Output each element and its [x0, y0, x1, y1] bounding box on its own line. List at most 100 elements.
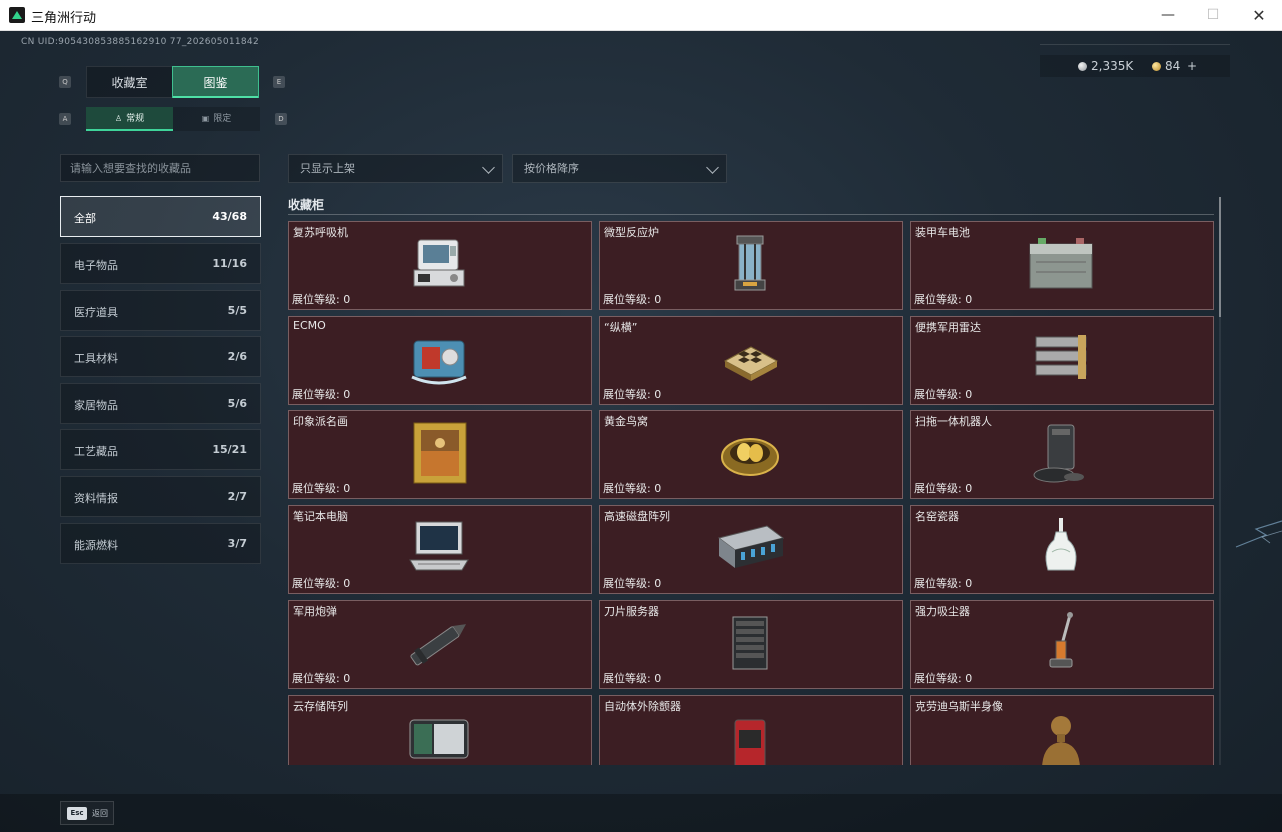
- key-hint-q: Q: [59, 76, 71, 88]
- category-label: 能源燃料: [74, 539, 118, 552]
- silver-amount: 2,335K: [1091, 59, 1134, 73]
- ecmo-icon: [411, 340, 467, 385]
- item-card-golden-nest[interactable]: 黄金鸟窝 展位等级: 0: [599, 410, 903, 499]
- close-button[interactable]: ✕: [1236, 0, 1282, 31]
- item-card-painting[interactable]: 印象派名画 展位等级: 0: [288, 410, 592, 499]
- item-name: 微型反应炉: [604, 226, 659, 239]
- sort-dropdown[interactable]: 按价格降序: [512, 154, 727, 183]
- category-household[interactable]: 家居物品 5/6: [60, 383, 261, 424]
- item-card-porcelain-vase[interactable]: 名窑瓷器 展位等级: 0: [910, 505, 1214, 594]
- item-name: 笔记本电脑: [293, 510, 348, 523]
- category-crafts[interactable]: 工艺藏品 15/21: [60, 429, 261, 470]
- golden-nest-icon: [721, 438, 779, 476]
- silver-coin-icon: [1078, 62, 1087, 71]
- sort-label: 按价格降序: [524, 162, 579, 175]
- item-level: 展位等级: 0: [914, 482, 973, 495]
- robot-vacuum-icon: [1033, 424, 1084, 483]
- search-input[interactable]: [60, 154, 260, 182]
- category-label: 医疗道具: [74, 306, 118, 319]
- subtab-limited-label: 限定: [213, 114, 232, 124]
- currency-bar: 2,335K 84 +: [1040, 55, 1230, 77]
- esc-key-hint: Esc: [67, 807, 87, 820]
- item-name: 克劳迪乌斯半身像: [915, 700, 1003, 713]
- item-level: 展位等级: 0: [914, 388, 973, 401]
- subtab-limited[interactable]: ▣ 限定: [173, 107, 260, 131]
- item-name: ECMO: [293, 319, 326, 332]
- item-card-ventilator[interactable]: 复苏呼吸机 展位等级: 0: [288, 221, 592, 310]
- artillery-shell-icon: [410, 624, 467, 666]
- item-name: 扫拖一体机器人: [915, 415, 992, 428]
- item-name: 刀片服务器: [604, 605, 659, 618]
- item-name: 复苏呼吸机: [293, 226, 348, 239]
- item-card-artillery-shell[interactable]: 军用炮弹 展位等级: 0: [288, 600, 592, 689]
- item-name: 云存储阵列: [293, 700, 348, 713]
- category-tools[interactable]: 工具材料 2/6: [60, 336, 261, 377]
- tab-catalog[interactable]: 图鉴: [172, 66, 259, 98]
- add-currency-button[interactable]: +: [1187, 59, 1197, 73]
- item-level: 展位等级: 0: [603, 388, 662, 401]
- window-title: 三角洲行动: [31, 11, 97, 26]
- category-label: 全部: [74, 212, 96, 225]
- item-card-laptop[interactable]: 笔记本电脑 展位等级: 0: [288, 505, 592, 594]
- minimize-button[interactable]: —: [1145, 0, 1191, 31]
- category-all[interactable]: 全部 43/68: [60, 196, 261, 237]
- category-count: 15/21: [212, 443, 247, 456]
- category-count: 5/6: [227, 397, 247, 410]
- category-label: 工具材料: [74, 352, 118, 365]
- item-card-chessboard[interactable]: “纵横” 展位等级: 0: [599, 316, 903, 405]
- category-label: 资料情报: [74, 492, 118, 505]
- subtab-regular[interactable]: ♙ 常规: [86, 107, 173, 131]
- disk-array-icon: [717, 525, 785, 568]
- item-card-radar[interactable]: 便携军用雷达 展位等级: 0: [910, 316, 1214, 405]
- item-card-blade-server[interactable]: 刀片服务器 展位等级: 0: [599, 600, 903, 689]
- category-electronics[interactable]: 电子物品 11/16: [60, 243, 261, 284]
- item-card-disk-array[interactable]: 高速磁盘阵列 展位等级: 0: [599, 505, 903, 594]
- section-divider: [288, 214, 1214, 215]
- gold-amount: 84: [1165, 59, 1181, 73]
- item-card-defibrillator[interactable]: 自动体外除颤器: [599, 695, 903, 765]
- shelf-filter-dropdown[interactable]: 只显示上架: [288, 154, 503, 183]
- bust-statue-icon: [1042, 716, 1080, 765]
- tab-collection-room[interactable]: 收藏室: [86, 66, 173, 98]
- category-intel[interactable]: 资料情报 2/7: [60, 476, 261, 517]
- subtab-regular-label: 常规: [126, 114, 145, 124]
- maximize-button[interactable]: ☐: [1190, 0, 1236, 31]
- category-energy[interactable]: 能源燃料 3/7: [60, 523, 261, 564]
- item-card-robot-vacuum[interactable]: 扫拖一体机器人 展位等级: 0: [910, 410, 1214, 499]
- chessboard-icon: [723, 346, 779, 381]
- category-count: 5/5: [227, 304, 247, 317]
- item-card-vacuum-cleaner[interactable]: 强力吸尘器 展位等级: 0: [910, 600, 1214, 689]
- item-name: 装甲车电池: [915, 226, 970, 239]
- category-label: 电子物品: [74, 259, 118, 272]
- item-level: 展位等级: 0: [603, 577, 662, 590]
- category-count: 2/7: [227, 490, 247, 503]
- window-titlebar: 三角洲行动 — ☐ ✕: [0, 0, 1282, 31]
- shelf-filter-label: 只显示上架: [300, 162, 355, 175]
- category-label: 家居物品: [74, 399, 118, 412]
- back-button[interactable]: Esc 返回: [60, 801, 114, 825]
- item-card-bust-statue[interactable]: 克劳迪乌斯半身像: [910, 695, 1214, 765]
- item-level: 展位等级: 0: [292, 672, 351, 685]
- gold-coin-icon: [1152, 62, 1161, 71]
- game-screen: CN UID:905430853885162910 77_20260501184…: [0, 31, 1282, 832]
- ventilator-icon: [413, 239, 465, 287]
- item-level: 展位等级: 0: [292, 293, 351, 306]
- item-card-cloud-storage[interactable]: 云存储阵列: [288, 695, 592, 765]
- category-medical[interactable]: 医疗道具 5/5: [60, 290, 261, 331]
- item-card-battery[interactable]: 装甲车电池 展位等级: 0: [910, 221, 1214, 310]
- trophy-icon: ♙: [114, 114, 123, 123]
- item-level: 展位等级: 0: [292, 577, 351, 590]
- laptop-icon: [409, 521, 469, 571]
- cloud-storage-icon: [409, 719, 469, 759]
- item-name: 自动体外除颤器: [604, 700, 681, 713]
- section-title: 收藏柜: [288, 198, 325, 212]
- gift-icon: ▣: [201, 114, 210, 123]
- category-label: 工艺藏品: [74, 445, 118, 458]
- item-card-reactor[interactable]: 微型反应炉 展位等级: 0: [599, 221, 903, 310]
- item-card-ecmo[interactable]: ECMO 展位等级: 0: [288, 316, 592, 405]
- porcelain-vase-icon: [1045, 518, 1077, 571]
- item-name: 军用炮弹: [293, 605, 337, 618]
- scrollbar-thumb[interactable]: [1219, 197, 1221, 317]
- painting-icon: [413, 422, 467, 484]
- item-level: 展位等级: 0: [292, 482, 351, 495]
